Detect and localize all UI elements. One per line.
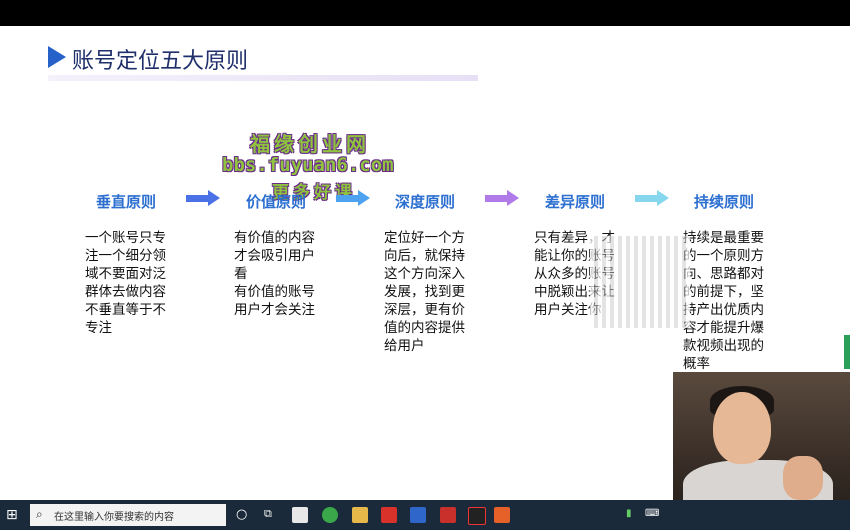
column-body-vertical: 一个账号只专注一个细分领域不要面对泛群体去做内容不垂直等于不专注 <box>85 230 166 336</box>
column-title-difference: 差异原则 <box>545 193 606 211</box>
triangle-bullet-icon <box>48 46 66 68</box>
app-icon[interactable] <box>410 507 426 523</box>
battery-icon[interactable]: ▮ <box>626 508 632 519</box>
webcam-overlay <box>673 372 850 500</box>
column-title-vertical: 垂直原则 <box>96 193 157 211</box>
column-title-depth: 深度原则 <box>395 193 456 211</box>
scrollbar-thumb[interactable] <box>844 335 850 369</box>
slide-title: 账号定位五大原则 <box>72 49 249 74</box>
top-black-bar <box>0 0 850 26</box>
record-icon[interactable] <box>468 507 486 525</box>
title-underline <box>48 75 478 81</box>
taskbar-search-box[interactable]: ⌕ 在这里输入你要搜索的内容 <box>30 504 226 526</box>
windows-taskbar: ⊞ ⌕ 在这里输入你要搜索的内容 ○ ⧉ ▮ ⌨ <box>0 500 850 530</box>
app-icon[interactable] <box>440 507 456 523</box>
column-body-value: 有价值的内容才会吸引用户看 有价值的账号用户才会关注 <box>234 230 315 318</box>
column-body-depth: 定位好一个方向后，就保持这个方向深入发展，找到更深层，更有价值的内容提供给用户 <box>384 230 465 354</box>
wps-icon[interactable] <box>381 507 397 523</box>
app-icon[interactable] <box>292 507 308 523</box>
watermark-line-2: bbs.fuyuan6.com <box>222 154 394 176</box>
mosaic-blur-overlay <box>590 236 690 328</box>
column-title-value: 价值原则 <box>246 193 307 211</box>
column-body-continuity: 持续是最重要的一个原则方向、思路都对的前提下，坚持产出优质内容才能提升爆款视频出… <box>683 230 764 372</box>
task-view-icon[interactable]: ⧉ <box>264 507 280 523</box>
folder-icon[interactable] <box>352 507 368 523</box>
search-placeholder: 在这里输入你要搜索的内容 <box>54 512 174 523</box>
video-app-icon[interactable] <box>494 507 510 523</box>
browser-icon[interactable] <box>322 507 338 523</box>
presenter-face <box>713 392 771 464</box>
presenter-hand <box>783 456 823 500</box>
cortana-icon[interactable]: ○ <box>236 507 252 523</box>
search-icon: ⌕ <box>36 507 43 521</box>
keyboard-icon[interactable]: ⌨ <box>645 508 659 519</box>
column-title-continuity: 持续原则 <box>694 193 755 211</box>
windows-icon[interactable]: ⊞ <box>6 507 22 523</box>
watermark-line-1: 福缘创业网 <box>250 132 370 156</box>
